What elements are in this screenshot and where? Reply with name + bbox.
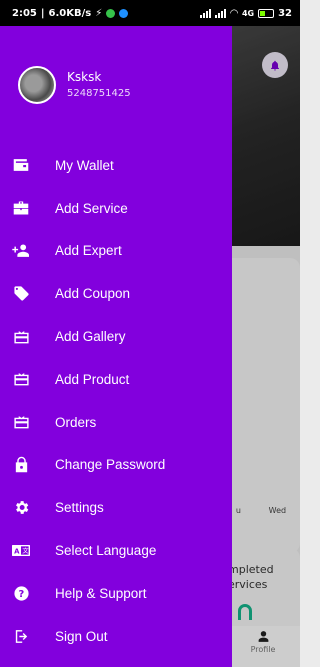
status-bar: 2:05 | 6.0KB/s ⚡ ◠ 4G 32 [0,0,300,26]
svg-text:?: ? [18,589,24,600]
avatar[interactable] [18,66,56,104]
menu-item-label: Sign Out [55,628,108,644]
cell-signal-icon [200,8,212,18]
navigation-drawer: Ksksk 5248751425 My Wallet Add Service A… [0,26,232,667]
menu-item-label: My Wallet [55,157,114,173]
tag-icon [12,285,30,303]
menu-item-add-service[interactable]: Add Service [0,187,232,230]
battery-icon [258,8,275,18]
cell-signal-2-icon [215,8,227,18]
menu-item-label: Add Expert [55,243,122,259]
menu-item-add-gallery[interactable]: Add Gallery [0,315,232,358]
signal-icon: ⚡ [95,7,103,19]
user-name: Ksksk [67,69,102,84]
svg-text:文: 文 [22,547,29,555]
network-speed: 6.0KB/s [48,7,92,19]
menu-item-add-product[interactable]: Add Product [0,358,232,401]
wallet-icon [12,156,30,174]
wifi-icon: ◠ [230,7,238,19]
menu-item-label: Change Password [55,457,166,473]
menu-item-label: Add Coupon [55,286,131,302]
menu-item-label: Help & Support [55,585,147,601]
menu-item-label: Add Service [55,200,128,216]
menu-item-select-language[interactable]: A文 Select Language [0,529,232,572]
battery-percent: 32 [278,7,292,19]
gift-card-icon [12,370,30,388]
app-notification-icon [106,8,116,18]
gift-card-icon [12,413,30,431]
person-add-icon [12,242,30,260]
status-time: 2:05 [12,7,37,19]
menu-item-add-expert[interactable]: Add Expert [0,230,232,273]
call-notification-icon [119,8,129,18]
menu-item-change-password[interactable]: Change Password [0,444,232,487]
drawer-profile-header[interactable]: Ksksk 5248751425 [18,66,131,104]
help-icon: ? [12,584,30,602]
network-type: 4G [241,8,255,18]
gift-card-icon [12,328,30,346]
menu-item-help-support[interactable]: ? Help & Support [0,572,232,615]
menu-item-label: Settings [55,500,104,516]
logout-icon [12,627,30,645]
menu-item-label: Add Product [55,371,130,387]
user-phone: 5248751425 [67,87,131,99]
menu-item-label: Select Language [55,543,157,559]
menu-item-label: Add Gallery [55,329,126,345]
svg-text:A: A [14,547,20,555]
gear-icon [12,499,30,517]
menu-item-settings[interactable]: Settings [0,486,232,529]
menu-item-label: Orders [55,414,97,430]
lock-icon [12,456,30,474]
drawer-menu: My Wallet Add Service Add Expert Add Cou… [0,144,232,658]
menu-item-sign-out[interactable]: Sign Out [0,615,232,658]
menu-item-add-coupon[interactable]: Add Coupon [0,272,232,315]
translate-icon: A文 [12,542,30,560]
menu-item-orders[interactable]: Orders [0,401,232,444]
menu-item-my-wallet[interactable]: My Wallet [0,144,232,187]
toolbox-icon [12,199,30,217]
